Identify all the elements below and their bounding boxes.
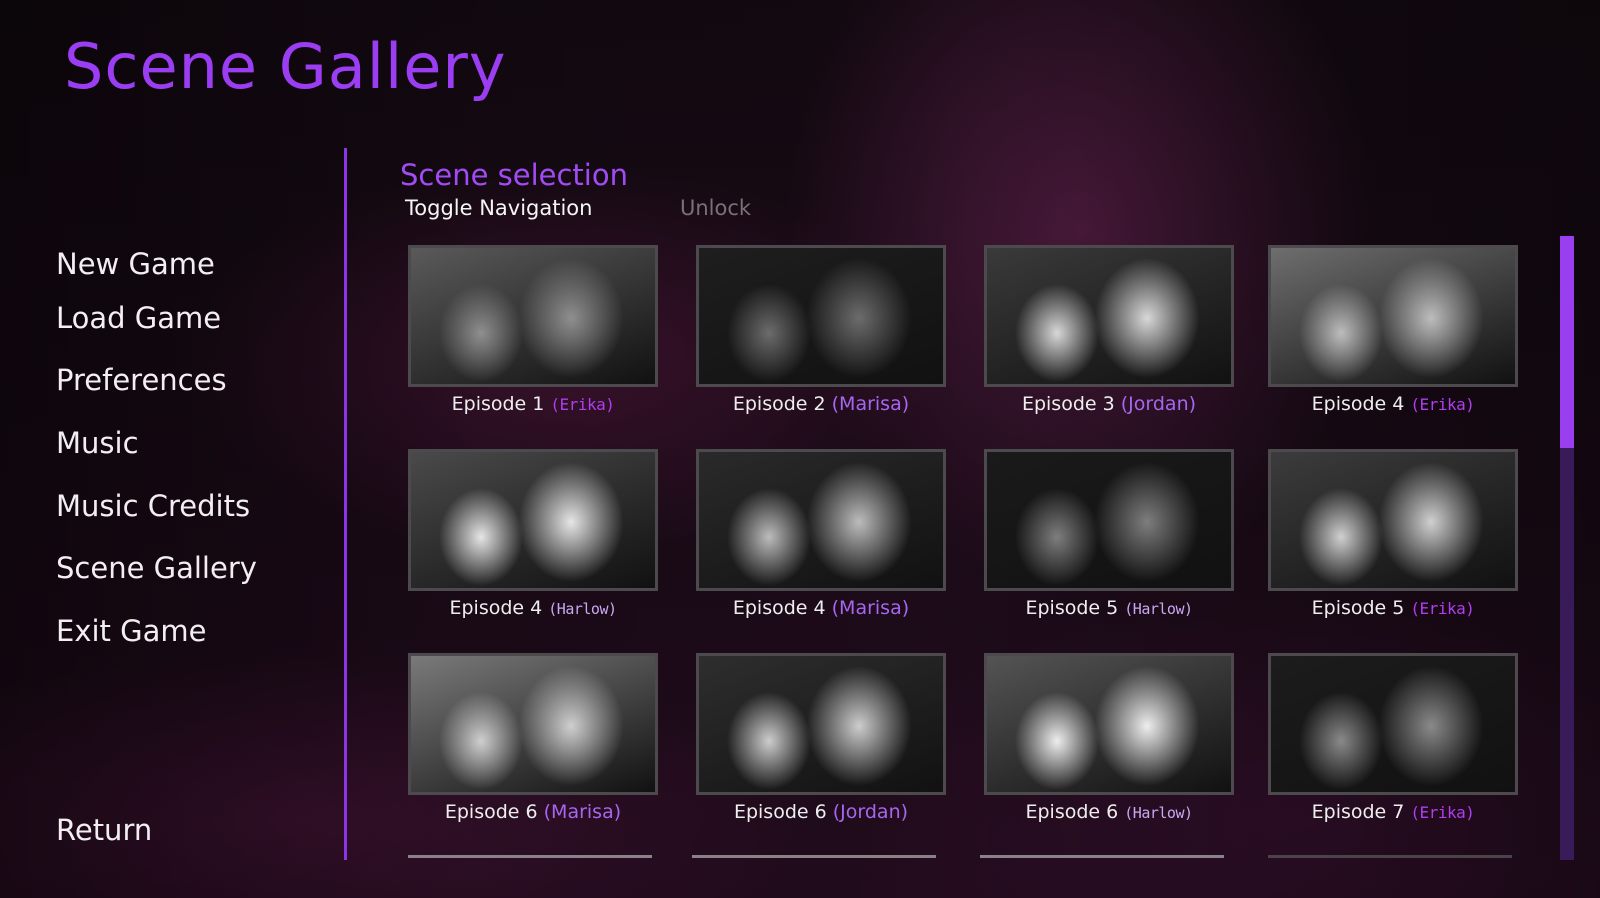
scene-card[interactable]: Episode 6 (Marisa) — [408, 653, 658, 843]
scene-thumbnail-image — [1271, 656, 1515, 792]
character-label: (Marisa) — [831, 597, 910, 619]
episode-label: Episode 6 — [444, 801, 538, 823]
episode-label: Episode 5 — [1311, 597, 1405, 619]
episode-label: Episode 3 — [1021, 393, 1115, 415]
scene-card[interactable]: Episode 4 (Marisa) — [696, 449, 946, 639]
scene-thumbnail-image — [987, 452, 1231, 588]
character-label: (Erika) — [550, 395, 615, 414]
character-label: (Erika) — [1410, 803, 1475, 822]
scene-thumbnail-image — [1271, 248, 1515, 384]
menu-item-preferences[interactable]: Preferences — [56, 363, 227, 397]
scene-thumbnail[interactable] — [408, 245, 658, 387]
scene-caption: Episode 3 (Jordan) — [984, 393, 1234, 415]
scene-thumbnail-image — [987, 248, 1231, 384]
scene-card[interactable]: Episode 5 (Erika) — [1268, 449, 1518, 639]
scene-caption: Episode 7 (Erika) — [1268, 801, 1518, 823]
toggle-navigation-button[interactable]: Toggle Navigation — [405, 196, 592, 220]
scene-thumbnail[interactable] — [984, 653, 1234, 795]
character-label: (Harlow) — [548, 600, 617, 618]
character-label: (Marisa) — [543, 801, 622, 823]
character-label: (Jordan) — [1120, 393, 1197, 415]
scene-thumbnail[interactable] — [1268, 653, 1518, 795]
scene-card[interactable]: Episode 5 (Harlow) — [984, 449, 1234, 639]
scene-thumbnail-image — [699, 452, 943, 588]
menu-item-new-game[interactable]: New Game — [56, 247, 215, 281]
scene-thumbnail-image — [699, 656, 943, 792]
episode-label: Episode 2 — [732, 393, 826, 415]
scene-caption: Episode 5 (Harlow) — [984, 597, 1234, 619]
character-label: (Erika) — [1410, 599, 1475, 618]
next-row-thumbnail-edge — [408, 855, 652, 858]
scene-thumbnail[interactable] — [1268, 245, 1518, 387]
scene-card[interactable]: Episode 6 (Harlow) — [984, 653, 1234, 843]
scene-thumbnail-image — [1271, 452, 1515, 588]
gallery-scrollbar[interactable] — [1560, 236, 1574, 860]
episode-label: Episode 4 — [732, 597, 826, 619]
scene-caption: Episode 6 (Harlow) — [984, 801, 1234, 823]
character-label: (Jordan) — [832, 801, 909, 823]
scene-thumbnail-image — [411, 452, 655, 588]
episode-label: Episode 1 — [451, 393, 545, 415]
menu-item-load-game[interactable]: Load Game — [56, 301, 221, 335]
unlock-button[interactable]: Unlock — [680, 196, 751, 220]
scene-caption: Episode 2 (Marisa) — [696, 393, 946, 415]
scene-thumbnail[interactable] — [408, 653, 658, 795]
scene-thumbnail[interactable] — [408, 449, 658, 591]
scene-thumbnail-image — [411, 656, 655, 792]
scene-caption: Episode 4 (Marisa) — [696, 597, 946, 619]
return-button[interactable]: Return — [56, 813, 152, 847]
menu-item-exit-game[interactable]: Exit Game — [56, 614, 206, 648]
scene-thumbnail-image — [699, 248, 943, 384]
scene-thumbnail[interactable] — [1268, 449, 1518, 591]
scene-thumbnail-image — [987, 656, 1231, 792]
episode-label: Episode 7 — [1311, 801, 1405, 823]
next-row-thumbnail-edge — [1268, 855, 1512, 858]
scene-card[interactable]: Episode 6 (Jordan) — [696, 653, 946, 843]
scene-caption: Episode 5 (Erika) — [1268, 597, 1518, 619]
scene-thumbnail[interactable] — [696, 449, 946, 591]
character-label: (Harlow) — [1124, 600, 1193, 618]
character-label: (Marisa) — [831, 393, 910, 415]
episode-label: Episode 6 — [1025, 801, 1119, 823]
page-title: Scene Gallery — [64, 30, 507, 103]
section-title: Scene selection — [400, 158, 628, 192]
scene-caption: Episode 4 (Harlow) — [408, 597, 658, 619]
episode-label: Episode 4 — [449, 597, 543, 619]
episode-label: Episode 4 — [1311, 393, 1405, 415]
next-row-thumbnail-edge — [692, 855, 936, 858]
scene-card[interactable]: Episode 7 (Erika) — [1268, 653, 1518, 843]
scene-thumbnail[interactable] — [984, 245, 1234, 387]
episode-label: Episode 6 — [733, 801, 827, 823]
scene-card[interactable]: Episode 2 (Marisa) — [696, 245, 946, 435]
next-row-thumbnail-edge — [980, 855, 1224, 858]
scene-thumbnail[interactable] — [696, 653, 946, 795]
scene-card[interactable]: Episode 3 (Jordan) — [984, 245, 1234, 435]
character-label: (Erika) — [1410, 395, 1475, 414]
scene-thumbnail[interactable] — [696, 245, 946, 387]
game-screen: Scene Gallery New Game Load Game Preferenc… — [0, 0, 1600, 898]
scene-thumbnail[interactable] — [984, 449, 1234, 591]
menu-item-music-credits[interactable]: Music Credits — [56, 489, 250, 523]
episode-label: Episode 5 — [1025, 597, 1119, 619]
scene-caption: Episode 4 (Erika) — [1268, 393, 1518, 415]
menu-divider — [344, 148, 347, 860]
character-label: (Harlow) — [1124, 804, 1193, 822]
scene-card[interactable]: Episode 1 (Erika) — [408, 245, 658, 435]
menu-item-music[interactable]: Music — [56, 426, 139, 460]
scene-caption: Episode 6 (Marisa) — [408, 801, 658, 823]
scene-card[interactable]: Episode 4 (Erika) — [1268, 245, 1518, 435]
scrollbar-thumb[interactable] — [1560, 236, 1574, 448]
scene-thumbnail-image — [411, 248, 655, 384]
scene-caption: Episode 1 (Erika) — [408, 393, 658, 415]
scene-card[interactable]: Episode 4 (Harlow) — [408, 449, 658, 639]
scene-caption: Episode 6 (Jordan) — [696, 801, 946, 823]
menu-item-scene-gallery[interactable]: Scene Gallery — [56, 551, 257, 585]
